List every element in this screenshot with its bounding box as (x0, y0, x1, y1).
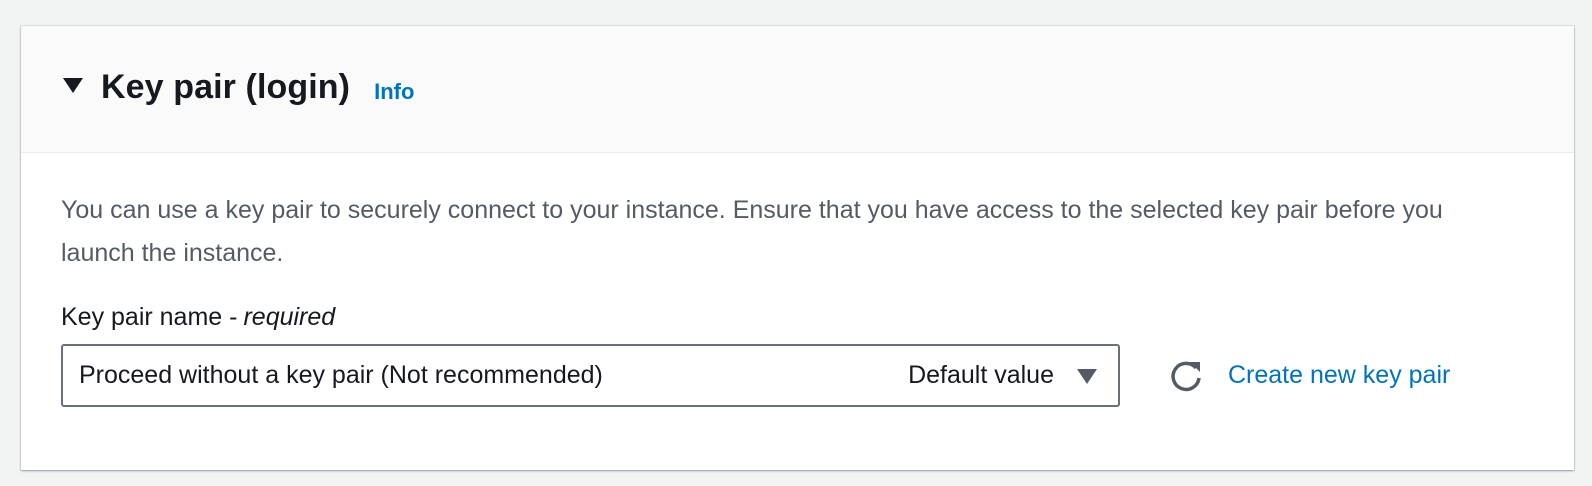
field-label-text: Key pair name - (61, 303, 238, 331)
panel-header: Key pair (login) Info (21, 26, 1574, 153)
panel-body: You can use a key pair to securely conne… (21, 153, 1574, 407)
info-link[interactable]: Info (374, 79, 414, 105)
create-new-key-pair-link[interactable]: Create new key pair (1228, 361, 1450, 390)
key-pair-select[interactable]: Proceed without a key pair (Not recommen… (61, 344, 1120, 407)
section-title: Key pair (login) (101, 67, 351, 106)
selected-value: Proceed without a key pair (Not recommen… (79, 361, 603, 389)
selected-tag: Default value (908, 361, 1054, 389)
key-pair-panel: Key pair (login) Info You can use a key … (21, 26, 1574, 470)
caret-down-icon[interactable] (61, 73, 85, 97)
section-description: You can use a key pair to securely conne… (61, 196, 1443, 267)
key-pair-field-row: Proceed without a key pair (Not recommen… (61, 344, 1534, 407)
refresh-icon[interactable] (1166, 356, 1206, 396)
required-label: required (243, 303, 336, 331)
chevron-down-icon (1076, 365, 1098, 387)
key-pair-name-label: Key pair name - required (61, 303, 1534, 332)
